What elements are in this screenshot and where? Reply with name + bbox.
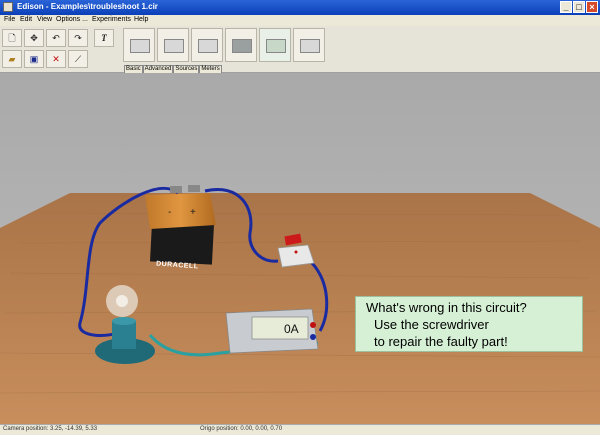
- minimize-button[interactable]: _: [560, 1, 572, 13]
- battery-plus-label: +: [190, 207, 196, 218]
- window-title: Edison - Examples\troubleshoot 1.cir: [17, 2, 158, 11]
- battery[interactable]: - +: [145, 185, 216, 265]
- open-icon[interactable]: ▰: [2, 50, 22, 68]
- menu-view[interactable]: View: [37, 16, 52, 23]
- menu-options[interactable]: Options ...: [56, 16, 88, 23]
- menu-experiments[interactable]: Experiments: [92, 16, 131, 23]
- camera-position: Camera position: 3.25, -14.39, 5.33: [3, 426, 98, 432]
- delete-icon[interactable]: ✕: [46, 50, 66, 68]
- scene-graphics: - +: [0, 185, 600, 424]
- callout-line-1: What's wrong in this circuit?: [366, 300, 527, 315]
- menu-file[interactable]: File: [4, 16, 15, 23]
- tab-advanced[interactable]: Advanced: [142, 65, 174, 73]
- redo-icon[interactable]: ↷: [68, 29, 88, 47]
- tab-basic[interactable]: Basic: [124, 65, 143, 73]
- workbench-scene[interactable]: - + What's wrong in this circuit? Use th…: [0, 73, 600, 424]
- component-meter[interactable]: [225, 28, 257, 62]
- component-bulb[interactable]: [293, 28, 325, 62]
- callout-line-2: Use the screwdriver: [374, 317, 489, 332]
- app-icon: [3, 2, 13, 12]
- component-capacitor[interactable]: [157, 28, 189, 62]
- close-button[interactable]: ×: [586, 1, 598, 13]
- new-icon[interactable]: 🗋: [2, 29, 22, 47]
- tab-sources[interactable]: Sources: [173, 65, 200, 73]
- battery-minus-label: -: [168, 207, 171, 218]
- component-resistor[interactable]: [123, 28, 155, 62]
- screwdriver-icon[interactable]: ⟋: [68, 50, 88, 68]
- menu-help[interactable]: Help: [134, 16, 148, 23]
- callout-line-3: to repair the faulty part!: [374, 334, 508, 349]
- ammeter[interactable]: [225, 308, 319, 354]
- maximize-button[interactable]: □: [573, 1, 585, 13]
- menu-edit[interactable]: Edit: [20, 16, 32, 23]
- component-switch[interactable]: [259, 28, 291, 62]
- tab-strip: Basic Advanced Sources Meters: [124, 65, 222, 73]
- move-icon[interactable]: ✥: [24, 29, 44, 47]
- component-inductor[interactable]: [191, 28, 223, 62]
- toolbar: 🗋 ✥ ↶ ↷ T ▰ ▣ ✕ ⟋: [0, 26, 600, 73]
- text-icon[interactable]: T: [94, 29, 114, 47]
- origin-position: Origo position: 0.00, 0.00, 0.70: [200, 426, 283, 432]
- undo-icon[interactable]: ↶: [46, 29, 66, 47]
- instruction-callout: What's wrong in this circuit? Use the sc…: [355, 296, 583, 352]
- menu-bar: File Edit View Options ... Experiments H…: [0, 15, 600, 26]
- meter-readout: 0A: [284, 322, 299, 336]
- save-icon[interactable]: ▣: [24, 50, 44, 68]
- tab-meters[interactable]: Meters: [199, 65, 222, 73]
- status-bar: Camera position: 3.25, -14.39, 5.33 Orig…: [0, 424, 600, 435]
- title-bar: Edison - Examples\troubleshoot 1.cir _ □…: [0, 0, 600, 15]
